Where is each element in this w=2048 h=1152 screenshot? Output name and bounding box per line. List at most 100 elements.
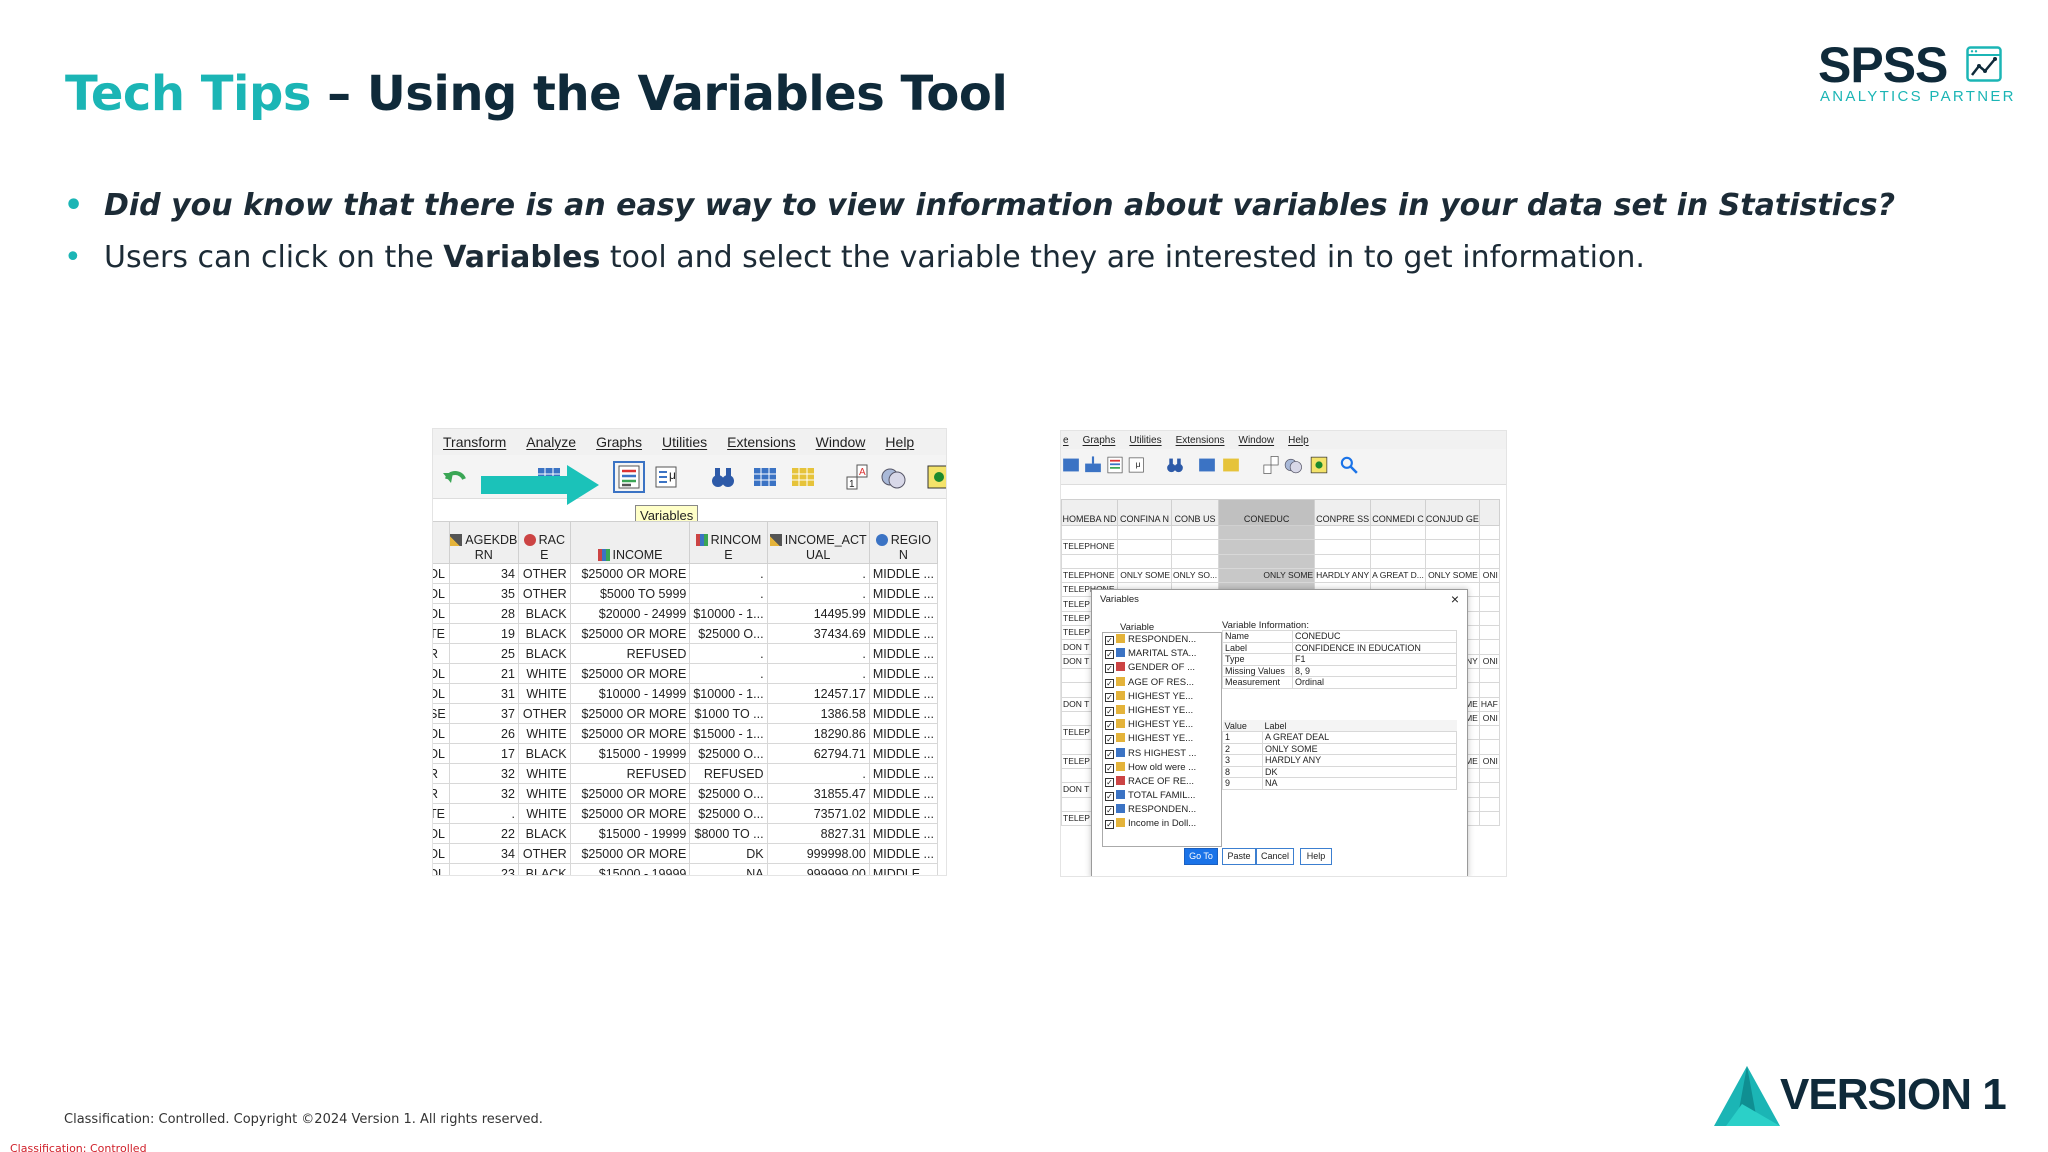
table-cell[interactable] [1061,553,1118,569]
table-cell[interactable]: . [448,803,519,824]
column-header-confinan[interactable]: CONFINA N [1117,499,1172,526]
table-cell[interactable] [1424,524,1480,541]
table-cell[interactable]: 31 [448,683,519,704]
table-cell[interactable] [1218,524,1316,541]
table-cell[interactable]: MIDDLE ... [868,823,939,844]
variable-list-item[interactable]: ✓ RESPONDEN... [1103,803,1221,817]
table-cell[interactable]: $10000 - 14999 [569,683,691,704]
table-cell[interactable]: R [433,783,450,804]
menu-transform-cut[interactable]: e [1063,435,1069,446]
table-cell[interactable]: ONLY SOME [1117,567,1172,584]
table-cell[interactable]: DL [433,743,450,764]
table-cell[interactable]: $25000 OR MORE [569,703,691,724]
table-cell[interactable]: $25000 O... [689,623,768,644]
table-cell[interactable]: MIDDLE ... [868,663,939,684]
table-cell[interactable]: A GREAT D... [1370,567,1426,584]
undo-icon[interactable] [441,463,469,491]
table-cell[interactable]: TELEPHONE [1061,567,1118,584]
table-cell[interactable]: 37 [448,703,519,724]
checkbox-icon[interactable]: ✓ [1105,706,1114,716]
table-cell[interactable]: DL [433,723,450,744]
table-cell[interactable]: R [433,643,450,664]
menu-window[interactable]: Window [816,434,866,450]
find-binoculars-icon[interactable] [709,463,737,491]
variable-list-item[interactable]: ✓ GENDER OF ... [1103,661,1221,675]
table-cell[interactable]: DL [433,863,450,875]
show-all-variables-icon[interactable] [1309,455,1329,475]
table-cell[interactable]: REFUSED [569,763,691,784]
table-cell[interactable]: ONLY SOME [1218,567,1316,584]
table-cell[interactable]: 18290.86 [766,723,870,744]
use-sets-icon[interactable] [1283,455,1303,475]
goto-case-icon[interactable] [1061,455,1081,475]
table-cell[interactable] [1218,553,1316,569]
table-cell[interactable]: $10000 - 1... [689,603,768,624]
table-cell[interactable]: 32 [448,783,519,804]
menu-extensions[interactable]: Extensions [727,434,795,450]
table-cell[interactable] [1478,682,1500,698]
table-cell[interactable]: $15000 - 19999 [569,863,691,875]
table-cell[interactable]: HARDLY ANY [1314,567,1372,584]
column-header-rincome[interactable]: RINCOM E [689,521,768,564]
table-cell[interactable]: OTHER [517,563,571,584]
table-cell[interactable]: MIDDLE ... [868,643,939,664]
table-cell[interactable]: OTHER [517,583,571,604]
table-cell[interactable]: $1000 TO ... [689,703,768,724]
variable-list-item[interactable]: ✓ HIGHEST YE... [1103,704,1221,718]
table-cell[interactable]: $20000 - 24999 [569,603,691,624]
table-cell[interactable] [1218,539,1316,555]
go-to-button[interactable]: Go To [1184,848,1218,865]
table-cell[interactable]: BLACK [517,643,571,664]
menu-utilities[interactable]: Utilities [662,434,707,450]
table-cell[interactable] [1478,667,1500,684]
menu-help[interactable]: Help [1288,435,1309,446]
table-cell[interactable]: MIDDLE ... [868,683,939,704]
checkbox-icon[interactable]: ✓ [1105,820,1114,830]
table-cell[interactable]: 28 [448,603,519,624]
table-cell[interactable]: 14495.99 [766,603,870,624]
table-cell[interactable] [1117,524,1172,541]
table-cell[interactable]: 22 [448,823,519,844]
table-cell[interactable]: DL [433,563,450,584]
table-cell[interactable] [1478,582,1500,598]
column-header-conbus[interactable]: CONB US [1170,499,1220,526]
checkbox-icon[interactable]: ✓ [1105,721,1114,731]
variables-tool-icon[interactable] [613,461,645,493]
checkbox-icon[interactable]: ✓ [1105,636,1114,645]
table-cell[interactable] [1478,625,1500,641]
paste-button[interactable]: Paste [1222,848,1256,865]
table-cell[interactable]: REFUSED [689,763,768,784]
table-cell[interactable] [1170,524,1220,541]
run-descriptives-icon[interactable]: μ [1127,455,1147,475]
menu-window[interactable]: Window [1239,435,1275,446]
table-cell[interactable]: TE [433,623,450,644]
variable-list-item[interactable]: ✓ How old were ... [1103,761,1221,775]
table-cell[interactable]: DL [433,663,450,684]
table-cell[interactable]: . [766,583,870,604]
table-cell[interactable]: 17 [448,743,519,764]
table-cell[interactable] [1478,782,1500,798]
table-cell[interactable]: $15000 - 19999 [569,823,691,844]
table-cell[interactable]: 23 [448,863,519,875]
checkbox-icon[interactable]: ✓ [1105,777,1114,787]
close-icon[interactable]: × [1451,591,1459,607]
table-cell[interactable]: . [766,663,870,684]
variable-list-item[interactable]: ✓ RS HIGHEST ... [1103,747,1221,761]
table-cell[interactable]: SE [433,703,450,724]
table-cell[interactable]: ONI [1478,567,1500,584]
table-cell[interactable] [1370,553,1426,569]
table-cell[interactable]: $25000 OR MORE [569,623,691,644]
table-cell[interactable] [1314,539,1372,555]
table-cell[interactable]: $25000 O... [689,743,768,764]
value-labels-icon[interactable]: A1 [843,463,871,491]
cancel-button[interactable]: Cancel [1256,848,1294,865]
insert-variable-icon[interactable] [789,463,817,491]
table-cell[interactable] [1478,725,1500,741]
table-cell[interactable]: $25000 OR MORE [569,723,691,744]
table-cell[interactable]: $25000 OR MORE [569,803,691,824]
table-cell[interactable]: $10000 - 1... [689,683,768,704]
checkbox-icon[interactable]: ✓ [1105,692,1114,702]
table-cell[interactable]: 1386.58 [766,703,870,724]
table-cell[interactable]: TE [433,803,450,824]
table-cell[interactable]: $25000 OR MORE [569,563,691,584]
